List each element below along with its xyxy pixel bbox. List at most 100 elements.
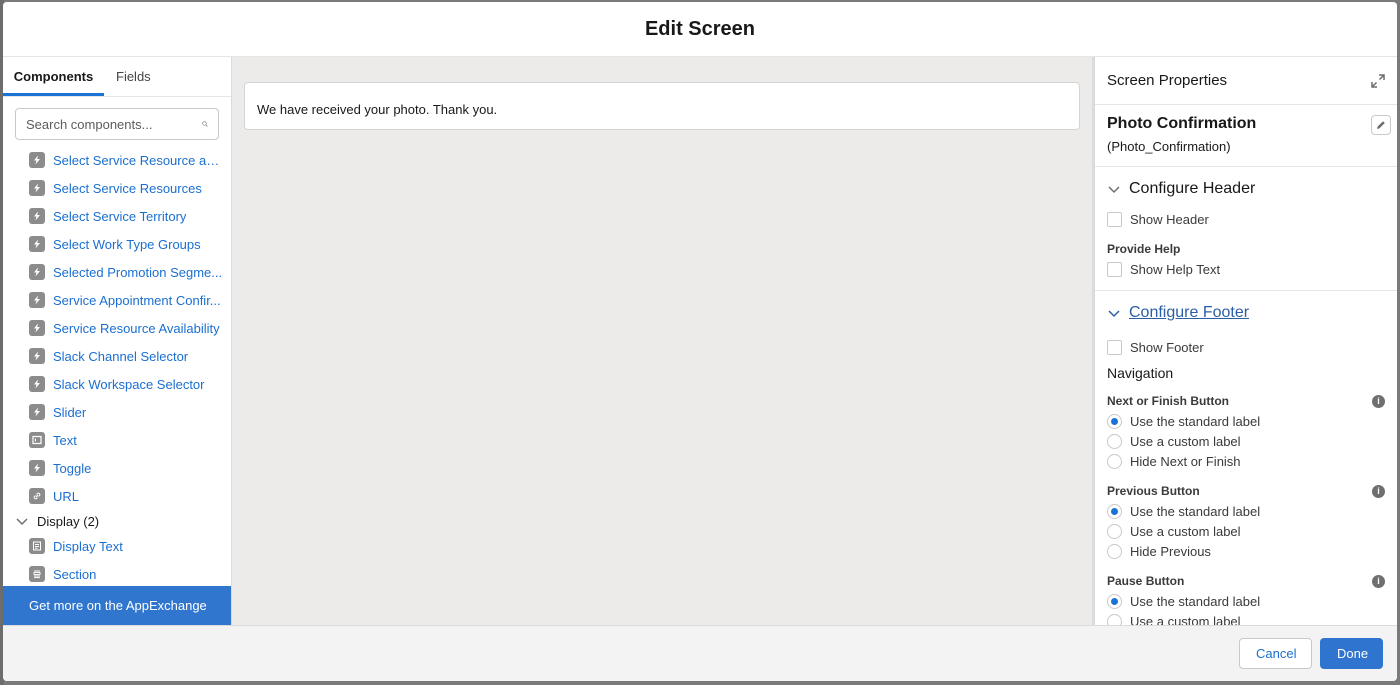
component-item[interactable]: Slack Workspace Selector — [3, 370, 231, 398]
show-header-checkbox[interactable] — [1107, 211, 1122, 227]
lightning-icon — [29, 348, 45, 364]
done-button[interactable]: Done — [1320, 638, 1383, 669]
provide-help-label: Provide Help — [1107, 239, 1385, 259]
info-icon[interactable]: i — [1372, 394, 1385, 408]
radio-option[interactable]: Use a custom label — [1107, 431, 1385, 451]
nav-group-label: Next or Finish Button i — [1107, 391, 1385, 411]
show-header-row: Show Header — [1107, 209, 1385, 229]
radio-option[interactable]: Use a custom label — [1107, 611, 1385, 625]
component-item[interactable]: Slack Channel Selector — [3, 342, 231, 370]
appexchange-link[interactable]: Get more on the AppExchange — [3, 586, 231, 625]
edit-screen-modal: Edit Screen Components Fields Select Ser… — [3, 2, 1397, 681]
tab-fields[interactable]: Fields — [104, 57, 163, 96]
radio-label: Use the standard label — [1130, 593, 1261, 609]
lightning-icon — [29, 460, 45, 476]
radio-option[interactable]: Use a custom label — [1107, 521, 1385, 541]
pencil-icon — [1377, 121, 1385, 129]
radio-label: Use the standard label — [1130, 503, 1261, 519]
nav-button-group: Pause Button i Use the standard label Us… — [1107, 571, 1385, 625]
search-wrapper — [3, 97, 231, 140]
lightning-icon — [29, 404, 45, 420]
component-label: Select Service Territory — [53, 208, 187, 224]
edit-screen-button[interactable] — [1371, 115, 1391, 135]
component-item[interactable]: Service Appointment Confir... — [3, 286, 231, 314]
radio-option[interactable]: Hide Next or Finish — [1107, 451, 1385, 471]
show-help-text-row: Show Help Text — [1107, 259, 1385, 279]
nav-group-label: Previous Button i — [1107, 481, 1385, 501]
component-label: Slack Channel Selector — [53, 348, 189, 364]
cancel-button[interactable]: Cancel — [1239, 638, 1312, 669]
configure-header-toggle[interactable]: Configure Header — [1107, 167, 1385, 211]
component-item[interactable]: Select Work Type Groups — [3, 230, 231, 258]
component-item[interactable]: Slider — [3, 398, 231, 426]
radio-label: Use a custom label — [1130, 523, 1241, 539]
component-item[interactable]: Service Resource Availability — [3, 314, 231, 342]
component-item[interactable]: Display Text — [3, 532, 231, 560]
show-footer-checkbox[interactable] — [1107, 339, 1122, 355]
component-item[interactable]: Toggle — [3, 454, 231, 482]
component-label: Select Service Resources — [53, 180, 202, 196]
component-label: Selected Promotion Segme... — [53, 264, 223, 280]
lightning-icon — [29, 264, 45, 280]
chevron-down-icon — [1108, 186, 1120, 194]
radio-button[interactable] — [1107, 613, 1122, 625]
radio-button[interactable] — [1107, 413, 1122, 429]
palette-tabs: Components Fields — [3, 57, 231, 97]
radio-button[interactable] — [1107, 523, 1122, 539]
display-section-toggle[interactable]: Display (2) — [3, 510, 231, 532]
component-label: Display Text — [53, 538, 123, 554]
radio-button[interactable] — [1107, 503, 1122, 519]
chevron-down-icon — [16, 518, 28, 526]
modal-footer: Cancel Done — [3, 625, 1397, 681]
component-item[interactable]: Selected Promotion Segme... — [3, 258, 231, 286]
radio-label: Use the standard label — [1130, 413, 1261, 429]
modal-title: Edit Screen — [644, 17, 756, 40]
display-section-label: Display (2) — [37, 513, 100, 529]
radio-button[interactable] — [1107, 433, 1122, 449]
component-item[interactable]: Select Service Resource an... — [3, 146, 231, 174]
component-item[interactable]: Section — [3, 560, 231, 586]
screen-api-name: (Photo_Confirmation) — [1107, 139, 1231, 154]
component-label: URL — [53, 488, 80, 504]
lightning-icon — [29, 152, 45, 168]
radio-label: Hide Next or Finish — [1130, 453, 1241, 469]
radio-button[interactable] — [1107, 543, 1122, 559]
search-icon[interactable] — [202, 116, 208, 132]
link-icon — [29, 488, 45, 504]
search-box — [15, 108, 219, 140]
info-icon[interactable]: i — [1372, 574, 1385, 588]
radio-label: Hide Previous — [1130, 543, 1211, 559]
search-components-input[interactable] — [26, 116, 202, 132]
radio-button[interactable] — [1107, 593, 1122, 609]
component-item[interactable]: URL — [3, 482, 231, 510]
component-item[interactable]: Text — [3, 426, 231, 454]
component-label: Slider — [53, 404, 87, 420]
component-list: Select Service Resource an... Select Ser… — [3, 140, 231, 586]
configure-footer-toggle[interactable]: Configure Footer — [1107, 291, 1385, 335]
radio-option[interactable]: Use the standard label — [1107, 411, 1385, 431]
configure-footer-title[interactable]: Configure Footer — [1129, 304, 1249, 322]
show-help-text-checkbox[interactable] — [1107, 261, 1122, 277]
expand-icon[interactable] — [1371, 73, 1385, 88]
display-text-component[interactable]: We have received your photo. Thank you. — [244, 82, 1080, 130]
nav-group-label: Pause Button i — [1107, 571, 1385, 591]
provide-help-text: Provide Help — [1107, 242, 1181, 256]
component-label: Select Service Resource an... — [53, 152, 223, 168]
info-icon[interactable]: i — [1372, 484, 1385, 498]
radio-option[interactable]: Use the standard label — [1107, 501, 1385, 521]
component-item[interactable]: Select Service Resources — [3, 174, 231, 202]
lightning-icon — [29, 180, 45, 196]
radio-button[interactable] — [1107, 453, 1122, 469]
component-item[interactable]: Select Service Territory — [3, 202, 231, 230]
radio-option[interactable]: Use the standard label — [1107, 591, 1385, 611]
screen-canvas: We have received your photo. Thank you. — [232, 57, 1092, 625]
chevron-down-icon — [1108, 310, 1120, 318]
nav-group-title: Previous Button — [1107, 484, 1200, 498]
screen-name-block: Photo Confirmation (Photo_Confirmation) — [1095, 105, 1397, 167]
component-label: Service Resource Availability — [53, 320, 220, 336]
tab-components[interactable]: Components — [3, 57, 104, 96]
radio-option[interactable]: Hide Previous — [1107, 541, 1385, 561]
lightning-icon — [29, 292, 45, 308]
modal-header: Edit Screen — [3, 2, 1397, 57]
show-help-text-label: Show Help Text — [1130, 261, 1221, 277]
